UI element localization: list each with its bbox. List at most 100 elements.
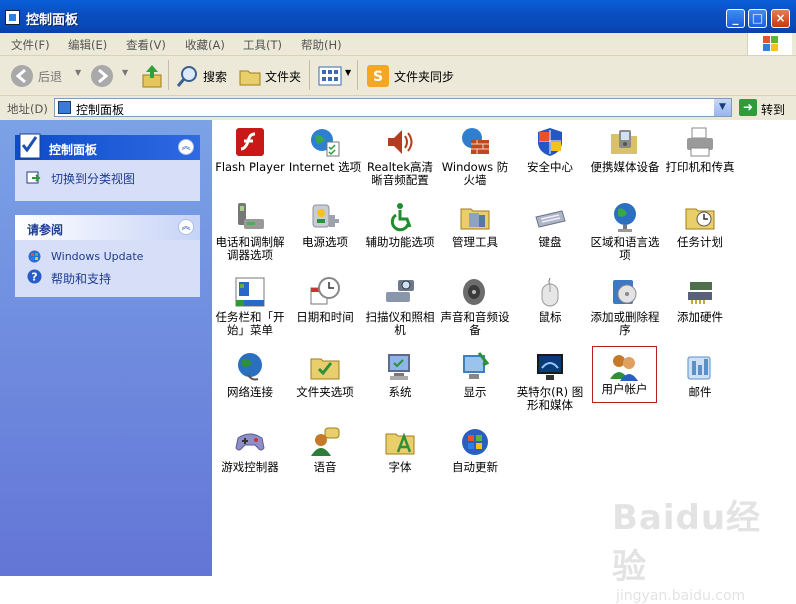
forward-dropdown-icon[interactable]: ▼ — [122, 68, 128, 77]
item-realtek-audio[interactable]: Realtek高清晰音频配置 — [362, 122, 438, 192]
item-label: 电源选项 — [302, 235, 348, 249]
control-panel-checklist-icon — [19, 133, 41, 159]
menu-file[interactable]: 文件(F) — [11, 37, 50, 53]
mail-icon — [687, 356, 711, 380]
mouse-icon — [541, 277, 559, 307]
item-phone-modem[interactable]: 电话和调制解调器选项 — [212, 197, 288, 267]
menu-edit[interactable]: 编辑(E) — [68, 37, 107, 53]
folders-icon[interactable] — [238, 64, 262, 88]
view-dropdown-icon[interactable]: ▼ — [345, 68, 351, 77]
printer-icon — [687, 127, 713, 157]
item-printers-faxes[interactable]: 打印机和传真 — [662, 122, 738, 192]
forward-arrow-icon[interactable] — [90, 64, 114, 88]
up-folder-icon[interactable] — [140, 63, 164, 89]
item-network-connections[interactable]: 网络连接 — [212, 347, 288, 417]
item-user-accounts[interactable]: 用户帐户 — [592, 346, 657, 403]
toolbar-separator — [357, 60, 358, 90]
go-arrow-icon[interactable]: ➜ — [739, 99, 757, 116]
item-add-hardware[interactable]: 添加硬件 — [662, 272, 738, 342]
item-display[interactable]: 显示 — [437, 347, 513, 417]
baidu-jingyan-watermark: Baidu经验 jingyan.baidu.com — [612, 490, 796, 604]
item-internet-options[interactable]: Internet 选项 — [287, 122, 363, 192]
address-input[interactable]: 控制面板 ▼ — [54, 98, 732, 117]
item-label: 文件夹选项 — [296, 385, 354, 399]
item-scanners-cameras[interactable]: 扫描仪和照相机 — [362, 272, 438, 342]
flash-icon — [236, 128, 264, 156]
item-accessibility[interactable]: 辅助功能选项 — [362, 197, 438, 267]
item-sound-audio[interactable]: 声音和音频设备 — [437, 272, 513, 342]
item-system[interactable]: 系统 — [362, 347, 438, 417]
search-icon[interactable] — [176, 64, 200, 88]
admin-tools-icon — [460, 208, 490, 230]
item-intel-graphics[interactable]: 英特尔(R) 图形和媒体 — [512, 347, 588, 417]
item-security-center[interactable]: 安全中心 — [512, 122, 588, 192]
item-windows-firewall[interactable]: Windows 防火墙 — [437, 122, 513, 192]
users-icon — [610, 355, 638, 381]
item-automatic-updates[interactable]: 自动更新 — [437, 422, 513, 492]
item-label: 用户帐户 — [601, 382, 648, 396]
item-flash-player[interactable]: Flash Player — [212, 122, 288, 192]
taskbar-icon — [235, 277, 265, 307]
folder-sync-button[interactable]: 文件夹同步 — [394, 68, 454, 85]
item-label: 辅助功能选项 — [365, 235, 435, 249]
display-icon — [463, 352, 490, 379]
menu-favorites[interactable]: 收藏(A) — [185, 37, 225, 53]
control-panel-icon — [5, 10, 20, 25]
item-game-controllers[interactable]: 游戏控制器 — [212, 422, 288, 492]
item-add-remove-programs[interactable]: 添加或删除程序 — [587, 272, 663, 342]
minimize-button[interactable]: _ — [726, 9, 745, 28]
view-options-icon[interactable] — [318, 64, 342, 88]
task-folder-icon — [685, 208, 715, 230]
add-remove-icon — [613, 280, 637, 304]
collapse-chevron-icon[interactable]: ︽ — [178, 219, 194, 235]
item-label: 英特尔(R) 图形和媒体 — [516, 385, 584, 412]
panel-title: 控制面板 — [49, 143, 98, 157]
item-power-options[interactable]: 电源选项 — [287, 197, 363, 267]
maximize-button[interactable]: □ — [748, 9, 767, 28]
go-button[interactable]: 转到 — [761, 101, 785, 118]
panel-title: 请参阅 — [27, 223, 64, 237]
back-button[interactable]: 后退 — [38, 68, 62, 85]
item-label: 自动更新 — [452, 460, 498, 474]
menu-view[interactable]: 查看(V) — [126, 37, 166, 53]
item-label: 显示 — [463, 385, 487, 399]
menu-tools[interactable]: 工具(T) — [243, 37, 282, 53]
intel-graphics-icon — [537, 354, 563, 380]
panel-header[interactable]: 控制面板 ︽ — [15, 133, 200, 160]
back-dropdown-icon[interactable]: ▼ — [75, 68, 81, 77]
item-mouse[interactable]: 鼠标 — [512, 272, 588, 342]
address-dropdown-icon[interactable]: ▼ — [714, 99, 731, 116]
toolbar-separator — [168, 60, 169, 90]
item-scheduled-tasks[interactable]: 任务计划 — [662, 197, 738, 267]
item-label: 语音 — [313, 460, 337, 474]
item-folder-options[interactable]: 文件夹选项 — [287, 347, 363, 417]
back-arrow-icon[interactable] — [10, 64, 34, 88]
item-label: Internet 选项 — [288, 160, 362, 174]
folders-button[interactable]: 文件夹 — [265, 68, 301, 85]
item-speech[interactable]: 语音 — [287, 422, 363, 492]
switch-category-view-link[interactable]: 切换到分类视图 — [51, 170, 135, 187]
item-portable-media[interactable]: 便携媒体设备 — [587, 122, 663, 192]
close-button[interactable]: × — [771, 9, 790, 28]
search-button[interactable]: 搜索 — [203, 68, 227, 85]
system-icon — [388, 354, 410, 380]
menu-help[interactable]: 帮助(H) — [301, 37, 342, 53]
item-label: 声音和音频设备 — [440, 310, 510, 337]
item-admin-tools[interactable]: 管理工具 — [437, 197, 513, 267]
accessibility-icon — [390, 203, 412, 232]
windows-update-link[interactable]: Windows Update — [51, 250, 143, 263]
media-device-icon — [611, 130, 637, 154]
item-fonts[interactable]: 字体 — [362, 422, 438, 492]
item-region-language[interactable]: 区域和语言选项 — [587, 197, 663, 267]
item-mail[interactable]: 邮件 — [662, 347, 738, 417]
folder-sync-icon[interactable]: S — [366, 64, 390, 88]
item-keyboard[interactable]: 键盘 — [512, 197, 588, 267]
menu-bar: 文件(F) 编辑(E) 查看(V) 收藏(A) 工具(T) 帮助(H) — [0, 33, 796, 56]
help-support-link[interactable]: 帮助和支持 — [51, 270, 111, 287]
item-label: 日期和时间 — [296, 310, 354, 324]
speech-icon — [311, 427, 340, 456]
collapse-chevron-icon[interactable]: ︽ — [178, 139, 194, 155]
item-date-time[interactable]: 日期和时间 — [287, 272, 363, 342]
panel-header[interactable]: 请参阅 ︽ — [15, 215, 200, 240]
item-taskbar-start[interactable]: 任务栏和「开始」菜单 — [212, 272, 288, 342]
